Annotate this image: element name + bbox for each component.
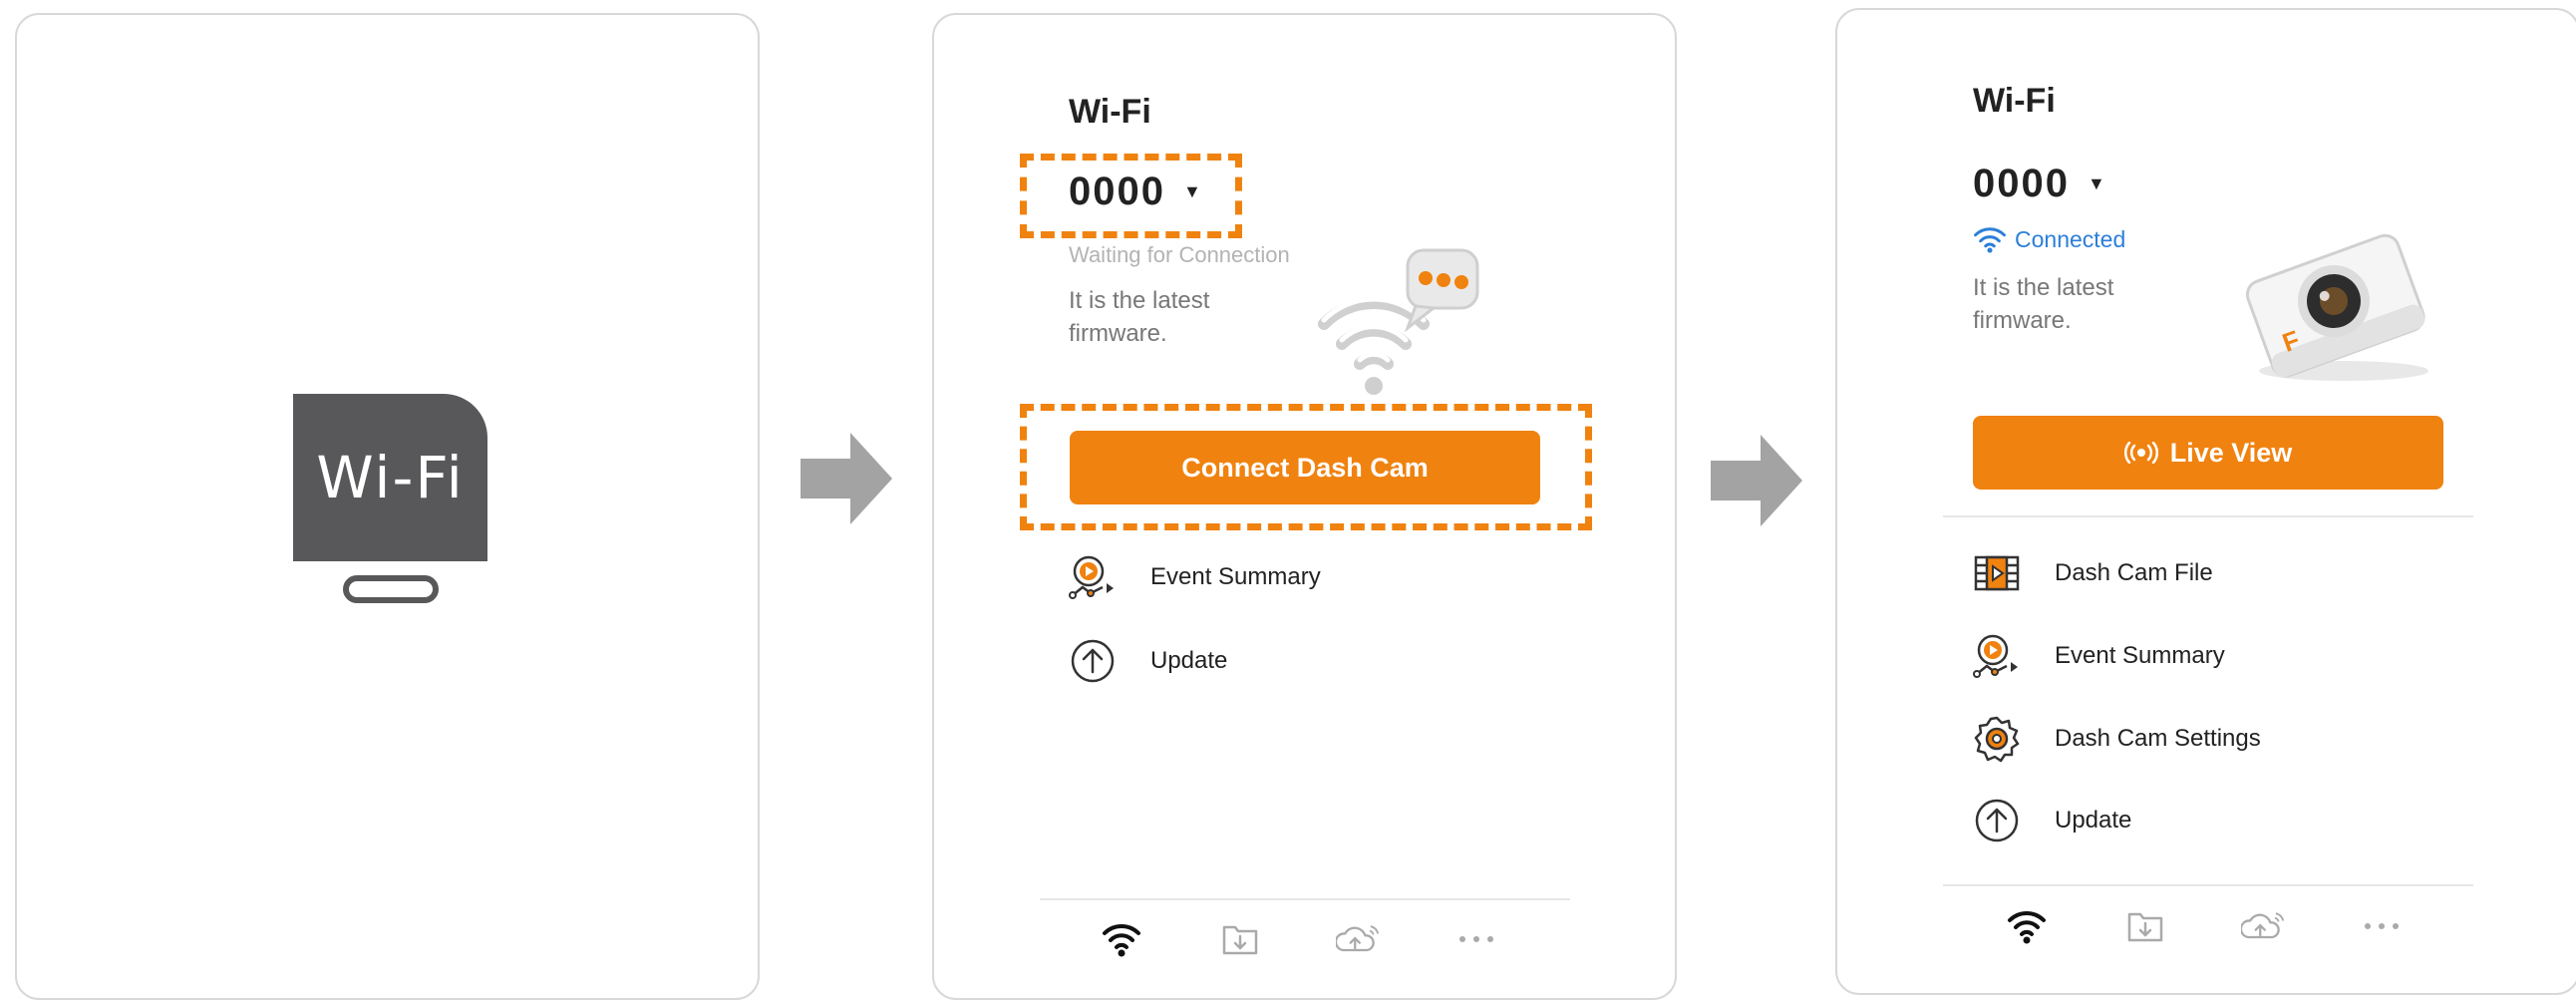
bottom-tab-bar — [1100, 917, 1498, 961]
live-view-label: Live View — [2169, 437, 2293, 468]
more-icon[interactable] — [1454, 917, 1498, 961]
menu-item-label: Event Summary — [1150, 563, 1321, 590]
page-title: Wi-Fi — [1973, 82, 2056, 120]
device-selector[interactable]: 0000 ▼ — [1973, 162, 2107, 206]
dash-cam-illustration-icon: F — [2245, 233, 2428, 381]
device-selector[interactable]: 0000 ▼ — [1069, 169, 1203, 214]
live-view-button[interactable]: Live View — [1973, 416, 2443, 490]
cloud-upload-icon[interactable] — [1336, 917, 1380, 961]
menu-item-event-summary[interactable]: Event Summary — [1973, 632, 2225, 680]
usb-port-icon — [343, 575, 439, 603]
connect-dash-cam-button[interactable]: Connect Dash Cam — [1070, 431, 1540, 504]
firmware-status: It is the latest firmware. — [1069, 287, 1210, 347]
wifi-port-panel: Wi-Fi — [15, 13, 760, 1000]
connection-status: Waiting for Connection — [1069, 242, 1290, 267]
event-summary-icon — [1973, 632, 2021, 680]
wifi-button-tile[interactable]: Wi-Fi — [293, 394, 487, 561]
connection-status-label: Connected — [2015, 225, 2126, 252]
menu-item-label: Dash Cam File — [2055, 559, 2213, 586]
device-name: 0000 — [1973, 162, 2070, 205]
bottom-tab-bar — [2005, 904, 2404, 948]
page-title: Wi-Fi — [1069, 93, 1151, 131]
device-name: 0000 — [1069, 169, 1165, 213]
download-folder-icon[interactable] — [2123, 904, 2167, 948]
menu-item-label: Event Summary — [2055, 642, 2225, 669]
menu-item-event-summary[interactable]: Event Summary — [1069, 553, 1321, 601]
chevron-down-icon[interactable]: ▼ — [2088, 173, 2107, 194]
connect-dash-cam-label: Connect Dash Cam — [1181, 452, 1429, 483]
menu-item-label: Update — [2055, 807, 2132, 833]
menu-item-label: Update — [1150, 647, 1228, 674]
menu-item-update[interactable]: Update — [1069, 637, 1227, 685]
settings-gear-icon — [1973, 715, 2021, 763]
menu-item-update[interactable]: Update — [1973, 797, 2131, 844]
chevron-down-icon[interactable]: ▼ — [1183, 181, 1203, 202]
firmware-status: It is the latest firmware. — [1973, 274, 2114, 334]
wifi-icon[interactable] — [1100, 917, 1143, 961]
update-icon — [1069, 637, 1117, 685]
tabbar-divider — [1040, 898, 1570, 900]
download-folder-icon[interactable] — [1218, 917, 1262, 961]
connection-status: Connected — [1973, 225, 2125, 253]
section-divider — [1943, 515, 2473, 517]
update-icon — [1973, 797, 2021, 844]
film-icon — [1973, 549, 2021, 597]
wifi-chat-illustration-icon — [1318, 248, 1479, 395]
app-connected-panel: Wi-Fi 0000 ▼ Connected It is the latest … — [1835, 8, 2576, 995]
menu-item-label: Dash Cam Settings — [2055, 725, 2261, 752]
menu-item-dash-cam-file[interactable]: Dash Cam File — [1973, 549, 2213, 597]
tabbar-divider — [1943, 884, 2473, 886]
wifi-connected-icon — [1974, 227, 2006, 253]
next-step-arrow-icon — [801, 433, 892, 524]
live-broadcast-icon — [2123, 442, 2158, 464]
more-icon[interactable] — [2360, 904, 2404, 948]
event-summary-icon — [1069, 553, 1117, 601]
next-step-arrow-icon — [1711, 435, 1802, 526]
app-waiting-panel: Wi-Fi 0000 ▼ Waiting for Connection It i… — [932, 13, 1677, 1000]
wifi-icon[interactable] — [2005, 904, 2049, 948]
menu-item-dash-cam-settings[interactable]: Dash Cam Settings — [1973, 715, 2261, 763]
cloud-upload-icon[interactable] — [2241, 904, 2285, 948]
wifi-tile-label: Wi-Fi — [316, 444, 465, 511]
